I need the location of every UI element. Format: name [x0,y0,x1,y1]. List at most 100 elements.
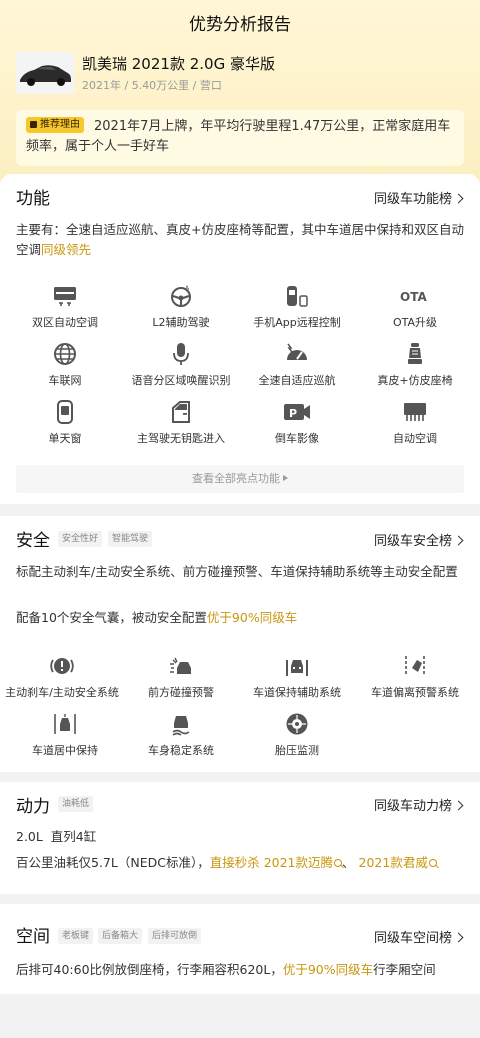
function-item-label: 车联网 [48,374,82,387]
safety-item-label: 车道居中保持 [32,744,98,757]
steering-wheel-icon: A [169,284,193,308]
rival-separator: 、 [342,855,355,870]
rival-link-2[interactable]: 2021款君威 [359,855,437,870]
space-desc: 后排可40:60比例放倒座椅，行李厢容积620L，优于90%同级车行李厢空间 [16,960,466,980]
search-icon [428,859,437,867]
function-item[interactable]: 车联网 [5,342,125,398]
microphone-icon [169,342,193,366]
space-desc-main: 后排可40:60比例放倒座椅，行李厢容积620L， [16,962,283,977]
safety-item[interactable]: 前方碰撞预警 [121,654,241,710]
page-title: 优势分析报告 [189,14,291,35]
safety-desc-highlight: 优于90%同级车 [206,610,298,625]
power-title: 动力 [16,797,50,817]
svg-text:OTA: OTA [400,290,427,304]
safety-item[interactable]: 主动刹车/主动安全系统 [2,654,122,710]
ac-vent-icon [403,400,427,424]
function-item[interactable]: P 倒车影像 [237,400,357,456]
dual-climate-icon [53,284,77,308]
fuel-desc-main: 百公里油耗仅5.7L（NEDC标准）， [16,855,210,870]
safety-item[interactable]: 车道保持辅助系统 [237,654,357,710]
function-desc: 主要有：全速自适应巡航、真皮+仿皮座椅等配置，其中车道居中保持和双区自动空调同级… [16,220,466,260]
tire-pressure-icon [285,712,309,736]
function-item[interactable]: 自动空调 [355,400,475,456]
safety-desc-passive: 配备10个安全气囊，被动安全配置优于90%同级车 [16,608,466,628]
safety-desc-active: 标配主动刹车/主动安全系统、前方碰撞预警、车道保持辅助系统等主动安全配置 [16,564,458,579]
safety-desc-passive-main: 配备10个安全气囊，被动安全配置 [16,610,207,625]
space-badge: 老板键 [58,928,94,944]
lane-departure-icon [403,654,427,678]
space-card: 空间 老板键 后备箱大 后排可放倒 同级车空间榜 后排可40:60比例放倒座椅，… [0,904,480,994]
safety-item-label: 主动刹车/主动安全系统 [5,686,119,699]
search-icon [334,859,343,867]
car-meta: 2021年 / 5.40万公里 / 营口 [82,79,222,92]
sunroof-icon [53,400,77,424]
function-item-label: 语音分区域唤醒识别 [131,374,231,387]
space-badge: 后排可放倒 [148,928,202,944]
stability-icon [169,712,193,736]
function-item-label: 双区自动空调 [32,316,98,329]
safety-item-label: 胎压监测 [275,744,319,757]
function-item-label: 主驾驶无钥匙进入 [137,432,225,445]
svg-text:P: P [289,407,297,420]
function-rank-link[interactable]: 同级车功能榜 [374,188,462,207]
seat-icon [403,342,427,366]
fuel-desc-highlight: 直接秒杀 [209,855,260,870]
function-item[interactable]: 真皮+仿皮座椅 [355,342,475,398]
speedometer-icon [285,342,309,366]
car-title: 凯美瑞 2021款 2.0G 豪华版 [82,55,275,73]
safety-title: 安全 [16,531,50,551]
ota-icon: OTA [400,284,427,308]
function-item-label: 真皮+仿皮座椅 [377,374,453,387]
safety-badge: 智能驾驶 [108,531,153,547]
function-item[interactable]: 全速自适应巡航 [237,342,357,398]
collision-warning-icon [169,654,193,678]
power-badge: 油耗低 [58,796,94,812]
view-all-functions-button[interactable]: 查看全部亮点功能 [16,465,464,493]
safety-item[interactable]: 胎压监测 [237,712,357,768]
function-desc-highlight: 同级领先 [41,242,92,257]
rival-name-2: 2021款君威 [358,855,428,870]
function-item-label: 全速自适应巡航 [258,374,336,387]
engine-spec: 2.0L 直列4缸 [16,829,97,844]
recommend-reason: 2021年7月上牌，年平均行驶里程1.47万公里，正常家庭用车频率，属于个人一手… [16,110,464,166]
safety-rank-link[interactable]: 同级车安全榜 [374,530,462,549]
function-item[interactable]: 主驾驶无钥匙进入 [121,400,241,456]
safety-item[interactable]: 车道居中保持 [5,712,125,768]
parking-camera-icon: P [284,400,310,424]
door-key-icon [169,400,193,424]
car-summary[interactable]: 凯美瑞 2021款 2.0G 豪华版 2021年 / 5.40万公里 / 营口 [16,52,370,96]
function-item[interactable]: 单天窗 [5,400,125,456]
function-card: 功能 同级车功能榜 主要有：全速自适应巡航、真皮+仿皮座椅等配置，其中车道居中保… [0,174,480,504]
safety-item-label: 车道保持辅助系统 [253,686,341,699]
function-item-label: OTA升级 [392,316,438,329]
function-item[interactable]: 手机App远程控制 [237,284,357,340]
power-card: 动力 油耗低 同级车动力榜 2.0L 直列4缸 百公里油耗仅5.7L（NEDC标… [0,782,480,894]
function-item-label: 手机App远程控制 [253,316,341,329]
safety-item-label: 车道偏离预警系统 [371,686,459,699]
brake-warning-icon [50,654,74,678]
safety-item-label: 前方碰撞预警 [148,686,214,699]
function-title: 功能 [16,189,50,209]
rival-link-1[interactable]: 2021款迈腾 [263,855,343,870]
lane-keep-icon [285,654,309,678]
safety-item-label: 车身稳定系统 [148,744,214,757]
reason-text: 2021年7月上牌，年平均行驶里程1.47万公里，正常家庭用车频率，属于个人一手… [26,119,451,154]
phone-car-icon [285,284,309,308]
function-item[interactable]: 语音分区域唤醒识别 [121,342,241,398]
svg-text:A: A [185,285,190,292]
power-rank-link[interactable]: 同级车动力榜 [374,795,462,814]
function-item-label: 倒车影像 [275,432,319,445]
safety-item[interactable]: 车身稳定系统 [121,712,241,768]
safety-item[interactable]: 车道偏离预警系统 [355,654,475,710]
function-item[interactable]: 双区自动空调 [5,284,125,340]
space-rank-link[interactable]: 同级车空间榜 [374,927,462,946]
function-item-label: 自动空调 [393,432,437,445]
function-item-label: L2辅助驾驶 [152,316,210,329]
function-item[interactable]: A L2辅助驾驶 [121,284,241,340]
lane-center-icon [53,712,77,736]
fuel-desc: 百公里油耗仅5.7L（NEDC标准），直接秒杀 2021款迈腾、 2021款君威 [16,853,466,873]
rival-name-1: 2021款迈腾 [263,855,334,870]
space-desc-tail: 行李厢空间 [373,962,436,977]
function-item[interactable]: OTA OTA升级 [355,284,475,340]
space-badge: 后备箱大 [98,928,143,944]
